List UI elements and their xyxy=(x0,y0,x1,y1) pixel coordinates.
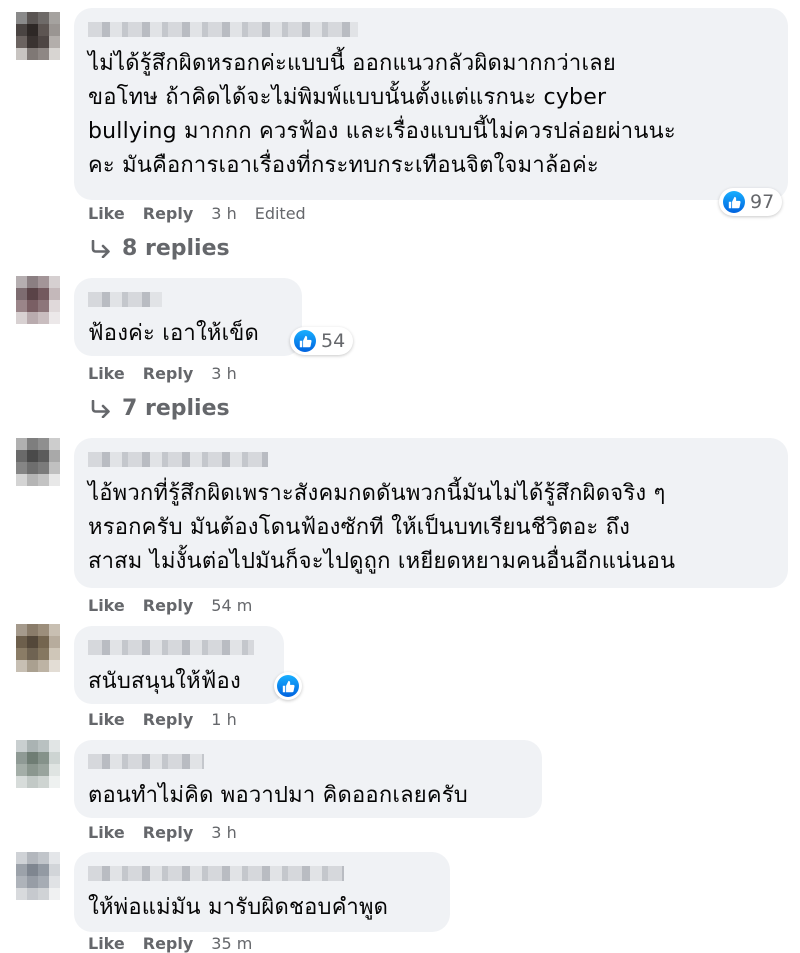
reaction-count[interactable]: 54 xyxy=(290,327,354,355)
comment-text: สนับสนุนให้ฟ้อง xyxy=(88,669,241,694)
reaction-count-value: 54 xyxy=(321,330,346,352)
avatar[interactable] xyxy=(16,740,60,788)
comment-text: ตอนทำไม่คิด พอวาปมา คิดออกเลยครับ xyxy=(88,783,468,808)
author-name-blurred[interactable] xyxy=(88,640,254,655)
avatar[interactable] xyxy=(16,276,60,324)
comment-actions: Like Reply 3 h xyxy=(88,823,237,842)
comment-actions: Like Reply 1 h xyxy=(88,710,237,729)
reply-arrow-icon xyxy=(91,399,110,418)
like-button[interactable]: Like xyxy=(88,710,125,729)
like-button[interactable]: Like xyxy=(88,364,125,383)
avatar[interactable] xyxy=(16,852,60,900)
view-replies-link[interactable]: 7 replies xyxy=(90,396,230,421)
reply-button[interactable]: Reply xyxy=(143,204,194,223)
like-icon xyxy=(723,191,745,213)
reaction-count[interactable]: 97 xyxy=(719,188,783,216)
like-icon xyxy=(294,330,316,352)
comment-text: ไม่ได้รู้สึกผิดหรอกค่ะแบบนี้ ออกแนวกลัวผ… xyxy=(88,51,676,178)
replies-count: 8 replies xyxy=(122,236,230,261)
reaction-count-value: 97 xyxy=(750,191,775,213)
author-name-blurred[interactable] xyxy=(88,452,268,467)
comment-bubble: ไอ้พวกที่รู้สึกผิดเพราะสังคมกดดันพวกนี้ม… xyxy=(74,438,788,588)
edited-label: Edited xyxy=(254,204,306,223)
comment-bubble: สนับสนุนให้ฟ้อง xyxy=(74,626,284,704)
comment-actions: Like Reply 3 h xyxy=(88,364,237,383)
like-button[interactable]: Like xyxy=(88,204,125,223)
author-name-blurred[interactable] xyxy=(88,866,344,881)
comment-actions: Like Reply 54 m xyxy=(88,596,252,615)
avatar[interactable] xyxy=(16,438,60,486)
reply-button[interactable]: Reply xyxy=(143,710,194,729)
timestamp[interactable]: 3 h xyxy=(211,364,236,383)
author-name-blurred[interactable] xyxy=(88,22,358,37)
comment-bubble: ให้พ่อแม่มัน มารับผิดชอบคำพูด xyxy=(74,852,450,932)
comment-actions: Like Reply 3 h Edited xyxy=(88,204,306,223)
timestamp[interactable]: 3 h xyxy=(211,823,236,842)
reply-button[interactable]: Reply xyxy=(143,823,194,842)
comment-bubble: ฟ้องค่ะ เอาให้เข็ด xyxy=(74,278,302,356)
timestamp[interactable]: 54 m xyxy=(211,596,252,615)
reply-arrow-icon xyxy=(91,239,110,258)
replies-count: 7 replies xyxy=(122,396,230,421)
avatar[interactable] xyxy=(16,624,60,672)
timestamp[interactable]: 3 h xyxy=(211,204,236,223)
reply-button[interactable]: Reply xyxy=(143,596,194,615)
reaction-badge[interactable] xyxy=(274,672,302,700)
comment-bubble: ไม่ได้รู้สึกผิดหรอกค่ะแบบนี้ ออกแนวกลัวผ… xyxy=(74,8,788,200)
author-name-blurred[interactable] xyxy=(88,754,204,769)
timestamp[interactable]: 1 h xyxy=(211,710,236,729)
comment-text: ไอ้พวกที่รู้สึกผิดเพราะสังคมกดดันพวกนี้ม… xyxy=(88,481,676,574)
like-button[interactable]: Like xyxy=(88,823,125,842)
author-name-blurred[interactable] xyxy=(88,292,162,307)
like-icon xyxy=(277,675,299,697)
reply-button[interactable]: Reply xyxy=(143,364,194,383)
like-button[interactable]: Like xyxy=(88,596,125,615)
avatar[interactable] xyxy=(16,12,60,60)
comment-bubble: ตอนทำไม่คิด พอวาปมา คิดออกเลยครับ xyxy=(74,740,542,818)
view-replies-link[interactable]: 8 replies xyxy=(90,236,230,261)
comment-text: ให้พ่อแม่มัน มารับผิดชอบคำพูด xyxy=(88,895,389,920)
comment-text: ฟ้องค่ะ เอาให้เข็ด xyxy=(88,321,260,346)
